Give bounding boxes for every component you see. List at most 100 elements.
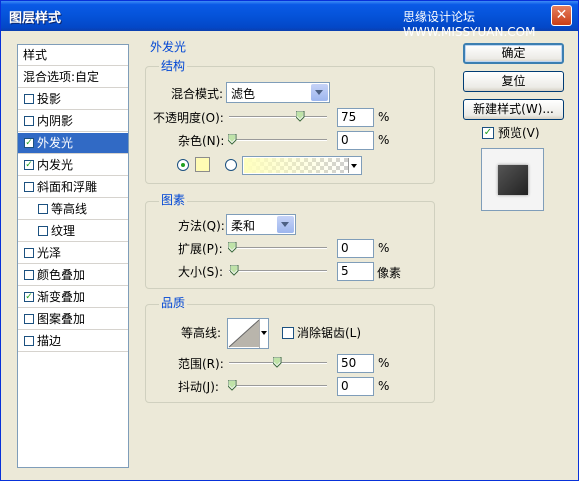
preview-checkbox[interactable]: ✓ (482, 127, 494, 139)
style-list-item[interactable]: 内阴影 (18, 111, 128, 132)
glow-color-swatch[interactable] (195, 157, 210, 172)
style-list-header-label: 样式 (23, 48, 48, 62)
size-slider-track[interactable] (229, 270, 327, 272)
range-input[interactable]: 50 (337, 354, 374, 373)
size-label: 大小(S): (178, 265, 224, 279)
range-slider-handle[interactable] (273, 357, 282, 368)
ok-button[interactable]: 确定 (463, 43, 564, 64)
style-item-checkbox[interactable] (24, 336, 34, 346)
style-item-label: 外发光 (37, 136, 74, 150)
style-list-header[interactable]: 样式 (18, 45, 128, 66)
style-item-label: 渐变叠加 (37, 290, 86, 304)
spread-slider-track[interactable] (229, 247, 327, 249)
style-item-checkbox[interactable] (24, 116, 34, 126)
style-list-item[interactable]: ✓ 内发光 (18, 155, 128, 176)
dialog-title: 图层样式 (9, 11, 62, 26)
noise-input[interactable]: 0 (337, 131, 374, 150)
jitter-slider-track[interactable] (229, 385, 327, 387)
style-item-label: 颜色叠加 (37, 268, 86, 282)
jitter-slider-handle[interactable] (228, 380, 237, 391)
blending-options-item[interactable]: 混合选项:自定 (18, 67, 128, 88)
style-item-checkbox[interactable]: ✓ (24, 292, 34, 302)
gradient-radio[interactable] (225, 159, 237, 171)
slider-thumb-icon (273, 357, 282, 368)
style-item-checkbox[interactable] (24, 270, 34, 280)
style-list-item[interactable]: 投影 (18, 89, 128, 110)
style-item-label: 内阴影 (37, 114, 74, 128)
style-item-checkbox[interactable] (38, 204, 48, 214)
size-slider-handle[interactable] (230, 265, 239, 276)
slider-thumb-icon (296, 111, 305, 122)
glow-gradient-picker[interactable] (242, 156, 362, 175)
spread-unit: % (378, 241, 390, 255)
style-list-item[interactable]: ✓ 外发光 (18, 133, 128, 154)
jitter-unit: % (378, 379, 390, 393)
blend-mode-select[interactable]: 滤色 (226, 82, 330, 103)
jitter-label: 抖动(J): (178, 380, 219, 394)
style-item-checkbox[interactable] (24, 94, 34, 104)
style-item-label: 等高线 (51, 202, 88, 216)
style-list-item[interactable]: 描边 (18, 331, 128, 352)
range-label: 范围(R): (178, 357, 224, 371)
style-item-label: 斜面和浮雕 (37, 180, 98, 194)
noise-slider-track[interactable] (229, 139, 327, 141)
new-style-button[interactable]: 新建样式(W)... (463, 99, 564, 120)
antialias-label[interactable]: 消除锯齿(L) (297, 326, 361, 340)
quality-group-title: 品质 (159, 296, 188, 310)
size-input[interactable]: 5 (337, 262, 374, 281)
spread-input[interactable]: 0 (337, 239, 374, 258)
structure-group-title: 结构 (159, 59, 188, 73)
style-list-item[interactable]: 图案叠加 (18, 309, 128, 330)
style-item-checkbox[interactable] (24, 314, 34, 324)
opacity-label: 不透明度(O): (153, 111, 224, 125)
technique-value: 柔和 (231, 219, 256, 233)
noise-label: 杂色(N): (178, 134, 225, 148)
style-list-item[interactable]: ✓ 渐变叠加 (18, 287, 128, 308)
slider-thumb-icon (228, 242, 237, 253)
solid-color-radio[interactable] (177, 159, 189, 171)
style-item-checkbox[interactable] (24, 248, 34, 258)
noise-slider-handle[interactable] (228, 134, 237, 145)
style-list-item[interactable]: 斜面和浮雕 (18, 177, 128, 198)
style-item-checkbox[interactable] (24, 182, 34, 192)
style-list: 样式 混合选项:自定 投影 内阴影 ✓ 外发光 ✓ 内发光 斜面和浮雕 等高线 纹理 光泽 颜色叠加… (17, 44, 129, 468)
opacity-slider-track[interactable] (229, 116, 327, 118)
chevron-down-icon[interactable] (348, 158, 360, 173)
style-item-label: 描边 (37, 334, 62, 348)
jitter-input[interactable]: 0 (337, 377, 374, 396)
close-button[interactable]: ✕ (551, 5, 572, 26)
layer-style-dialog: 图层样式 思缘设计论坛 WWW.MISSYUAN.COM ✕ 样式 混合选项:自… (0, 0, 579, 481)
style-item-label: 图案叠加 (37, 312, 86, 326)
style-item-label: 内发光 (37, 158, 74, 172)
style-item-label: 投影 (37, 92, 62, 106)
opacity-input[interactable]: 75 (337, 108, 374, 127)
style-list-item[interactable]: 等高线 (18, 199, 128, 220)
spread-label: 扩展(P): (178, 242, 223, 256)
reset-button[interactable]: 复位 (463, 71, 564, 92)
style-item-checkbox[interactable] (38, 226, 48, 236)
technique-label: 方法(Q): (178, 219, 225, 233)
style-list-item[interactable]: 光泽 (18, 243, 128, 264)
close-icon: ✕ (555, 7, 568, 23)
noise-unit: % (378, 133, 390, 147)
preview-label[interactable]: 预览(V) (498, 126, 540, 140)
antialias-checkbox[interactable] (282, 327, 294, 339)
style-list-item[interactable]: 纹理 (18, 221, 128, 242)
spread-slider-handle[interactable] (228, 242, 237, 253)
style-list-item[interactable]: 颜色叠加 (18, 265, 128, 286)
style-item-checkbox[interactable]: ✓ (24, 160, 34, 170)
elements-group-title: 图素 (159, 193, 188, 207)
contour-picker[interactable] (227, 318, 269, 349)
contour-label: 等高线: (181, 326, 222, 340)
opacity-unit: % (378, 110, 390, 124)
style-preview-box (481, 148, 544, 211)
style-item-checkbox[interactable]: ✓ (24, 138, 34, 148)
slider-thumb-icon (228, 380, 237, 391)
title-bar[interactable]: 图层样式 思缘设计论坛 WWW.MISSYUAN.COM ✕ (1, 1, 578, 39)
chevron-down-icon[interactable] (259, 319, 268, 348)
style-item-label: 光泽 (37, 246, 62, 260)
contour-preview-icon (228, 319, 260, 348)
opacity-slider-handle[interactable] (296, 111, 305, 122)
slider-thumb-icon (228, 134, 237, 145)
technique-select[interactable]: 柔和 (226, 214, 296, 235)
